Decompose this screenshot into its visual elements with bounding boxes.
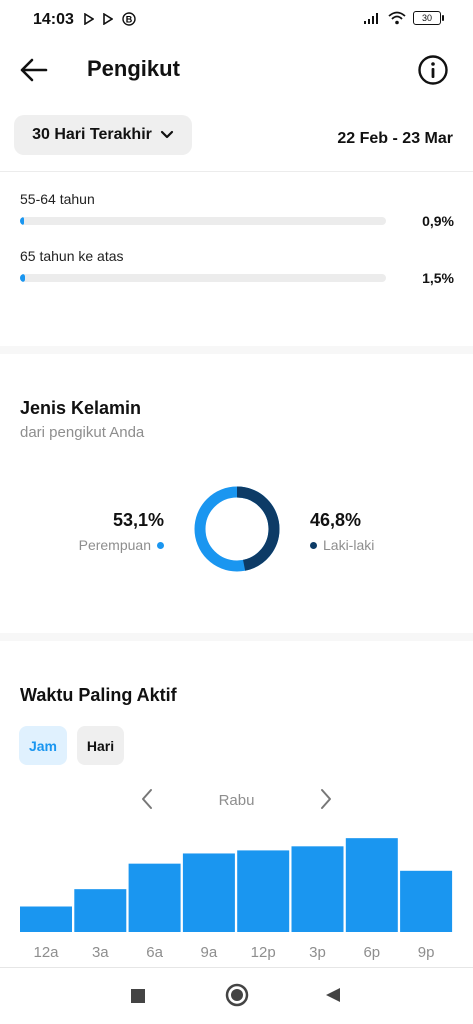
age-bar-fill (20, 274, 26, 282)
tick-label-12a: 12a (33, 944, 59, 961)
female-dot (157, 541, 164, 549)
bar-3a (74, 889, 127, 932)
active-times-bar-chart: 12a 3a 6a 9a 12p 3p 6p 9p (20, 838, 453, 961)
section-divider (0, 346, 473, 354)
tick-label-6p: 6p (363, 944, 380, 961)
age-label: 65 tahun ke atas (20, 248, 124, 264)
divider (0, 171, 473, 172)
male-percent: 46,8% (310, 510, 362, 530)
chevron-down-icon (160, 130, 173, 139)
tick-label-12p: 12p (251, 944, 276, 961)
age-bar-track (20, 274, 386, 282)
play-icon (84, 13, 94, 25)
gender-female: 53,1% Perempuan (79, 510, 164, 553)
status-time: 14:03 (33, 11, 74, 28)
male-label: Laki-laki (323, 537, 375, 553)
tick-label-9p: 9p (418, 944, 435, 961)
age-row: 55-64 tahun 0,9% (20, 191, 460, 229)
bar-9p (400, 870, 453, 932)
battery-level: 30 (421, 13, 432, 23)
age-percent: 1,5% (422, 270, 454, 286)
active-title: Waktu Paling Aktif (20, 685, 177, 705)
back-arrow-icon[interactable] (18, 54, 50, 86)
system-nav-bar (131, 983, 340, 1007)
svg-text:B: B (126, 15, 133, 25)
section-divider (0, 633, 473, 641)
bar-12p (237, 850, 290, 932)
battery-icon: 30 (413, 11, 444, 25)
bar-9a (182, 853, 235, 932)
gender-male: 46,8% Laki-laki (310, 510, 374, 553)
bar-6p (345, 838, 398, 932)
system-icons: 30 (363, 11, 444, 25)
date-range-text: 22 Feb - 23 Mar (337, 130, 453, 147)
male-dot (310, 541, 317, 549)
gender-subtitle: dari pengikut Anda (20, 424, 145, 441)
day-label: Rabu (218, 792, 255, 809)
gender-donut-chart (194, 486, 280, 572)
tick-label-9a: 9a (201, 944, 218, 961)
page-title: Pengikut (87, 56, 180, 81)
male-legend: Laki-laki (310, 537, 374, 553)
recents-icon[interactable] (131, 989, 145, 1003)
signal-icon (364, 13, 378, 24)
chevron-right-icon[interactable] (317, 788, 335, 810)
bar-3p (291, 846, 344, 932)
status-bar: 14:03 B 30 (0, 0, 473, 40)
info-icon[interactable] (417, 54, 449, 86)
female-percent: 53,1% (112, 510, 164, 530)
notification-icons: B (84, 12, 136, 26)
day-navigator: Rabu (0, 788, 473, 814)
bar-12a (20, 906, 72, 932)
wifi-icon (388, 11, 406, 25)
tick-label-6a: 6a (146, 944, 163, 961)
tick-label-3p: 3p (309, 944, 326, 961)
tab-days[interactable]: Hari (77, 726, 124, 765)
female-label: Perempuan (78, 537, 151, 553)
age-row: 65 tahun ke atas 1,5% (20, 248, 460, 286)
app-header: Pengikut (0, 42, 473, 98)
b-icon: B (122, 12, 136, 26)
bar-6a (128, 863, 181, 932)
play-icon (103, 13, 113, 25)
tab-hours[interactable]: Jam (19, 726, 67, 765)
home-icon-center (231, 989, 243, 1001)
female-legend: Perempuan (79, 537, 164, 553)
date-range-label: 30 Hari Terakhir (32, 126, 152, 143)
tick-label-3a: 3a (92, 944, 109, 961)
age-bar-fill (20, 217, 25, 225)
age-percent: 0,9% (422, 213, 454, 229)
back-nav-icon[interactable] (326, 988, 340, 1002)
age-label: 55-64 tahun (20, 191, 95, 207)
age-bar-track (20, 217, 386, 225)
gender-title: Jenis Kelamin (20, 398, 142, 418)
date-range-dropdown[interactable]: 30 Hari Terakhir (14, 115, 192, 155)
